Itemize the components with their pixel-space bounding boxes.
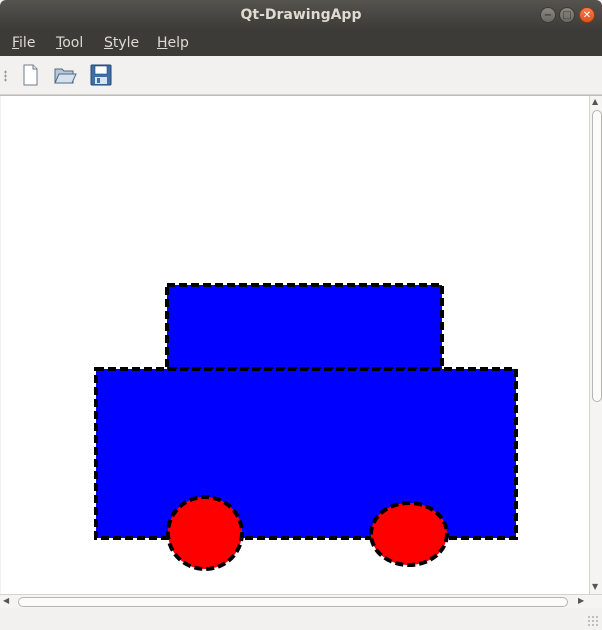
vertical-scroll-thumb[interactable] xyxy=(592,110,602,402)
car-body-rectangle[interactable] xyxy=(94,367,518,540)
car-roof-rectangle[interactable] xyxy=(165,283,444,371)
minimize-button[interactable]: − xyxy=(540,7,556,23)
menu-help[interactable]: Help xyxy=(157,35,189,51)
menu-style-mnemonic: S xyxy=(104,35,113,51)
status-bar xyxy=(0,609,602,630)
title-bar[interactable]: Qt-DrawingApp − □ ✕ xyxy=(0,0,602,30)
window-title: Qt-DrawingApp xyxy=(240,7,362,23)
new-document-icon xyxy=(23,64,38,86)
toolbar xyxy=(0,56,602,95)
save-disk-icon xyxy=(90,64,112,86)
scroll-up-arrow-icon[interactable]: ▲ xyxy=(592,97,598,107)
drawing-shapes xyxy=(94,283,518,571)
menu-style[interactable]: Style xyxy=(104,35,139,51)
menu-help-mnemonic: H xyxy=(157,35,168,51)
scroll-left-arrow-icon[interactable]: ◀ xyxy=(3,596,9,606)
open-file-button[interactable] xyxy=(52,62,78,88)
rear-wheel-ellipse[interactable] xyxy=(369,501,449,567)
resize-grip-handle[interactable] xyxy=(587,615,599,627)
save-file-button[interactable] xyxy=(88,62,114,88)
horizontal-scrollbar[interactable]: ◀ ▶ xyxy=(0,594,602,608)
scroll-down-arrow-icon[interactable]: ▼ xyxy=(592,582,598,592)
minimize-icon: − xyxy=(543,9,553,21)
vertical-scrollbar[interactable]: ▲ ▼ xyxy=(589,96,602,594)
menu-file[interactable]: File xyxy=(12,35,35,51)
horizontal-scroll-thumb[interactable] xyxy=(18,597,568,607)
menu-tool-label: ool xyxy=(62,35,84,51)
menu-file-mnemonic: F xyxy=(12,35,20,51)
front-wheel-ellipse[interactable] xyxy=(166,495,244,571)
menu-style-label: tyle xyxy=(112,35,140,51)
menu-tool[interactable]: Tool xyxy=(56,35,83,51)
scroll-right-arrow-icon[interactable]: ▶ xyxy=(578,596,584,606)
maximize-icon: □ xyxy=(562,9,572,21)
menu-help-label: elp xyxy=(167,35,189,51)
maximize-button[interactable]: □ xyxy=(559,7,575,23)
menu-file-label: ile xyxy=(19,35,36,51)
app-window: Qt-DrawingApp − □ ✕ File Tool Style Help xyxy=(0,0,602,630)
drawing-canvas[interactable]: Qt-DrawingApp xyxy=(1,96,589,594)
toolbar-grip-handle[interactable] xyxy=(4,70,7,82)
new-file-button[interactable] xyxy=(17,62,43,88)
close-button[interactable]: ✕ xyxy=(579,7,595,23)
close-icon: ✕ xyxy=(582,9,592,21)
open-folder-icon xyxy=(54,68,77,84)
menu-bar: File Tool Style Help xyxy=(0,30,602,56)
